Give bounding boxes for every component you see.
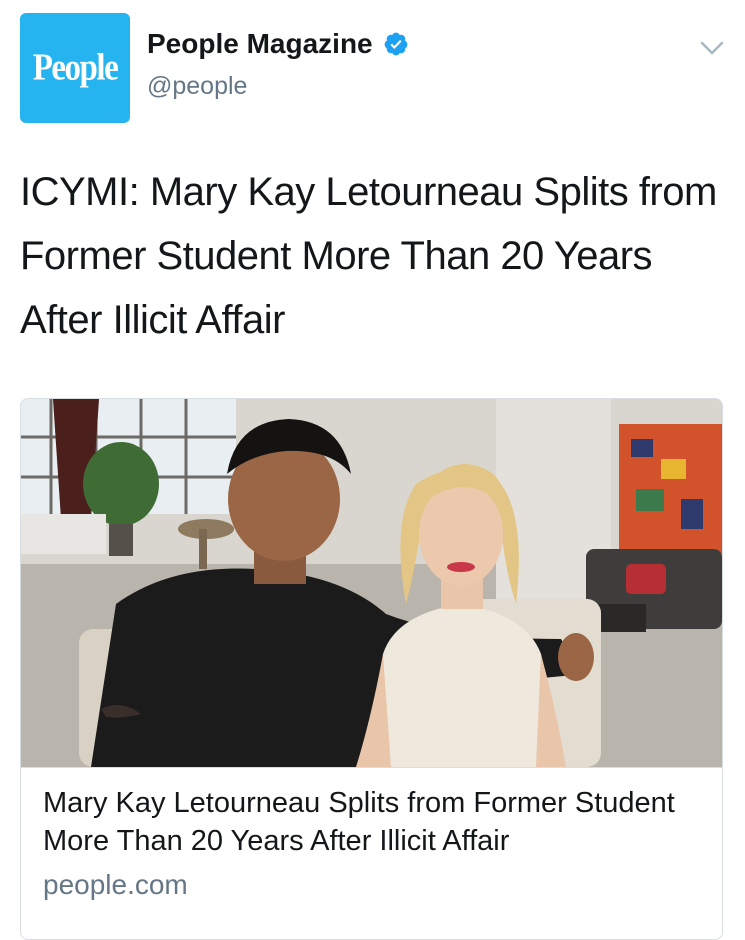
avatar[interactable]: People	[20, 13, 130, 123]
tweet-text: ICYMI: Mary Kay Letourneau Splits from F…	[20, 170, 717, 342]
card-image[interactable]	[21, 399, 722, 767]
people-logo: People	[32, 46, 119, 89]
verified-badge-icon	[384, 32, 407, 56]
display-name[interactable]: People Magazine	[147, 28, 373, 60]
card-title[interactable]: Mary Kay Letourneau Splits from Former S…	[43, 784, 713, 860]
link-card[interactable]: Mary Kay Letourneau Splits from Former S…	[20, 398, 723, 940]
card-domain[interactable]: people.com	[43, 869, 188, 901]
card-divider	[21, 767, 722, 768]
account-handle[interactable]: @people	[147, 72, 247, 101]
chevron-down-icon[interactable]	[698, 38, 726, 58]
account-name-row[interactable]: People Magazine	[147, 28, 409, 60]
